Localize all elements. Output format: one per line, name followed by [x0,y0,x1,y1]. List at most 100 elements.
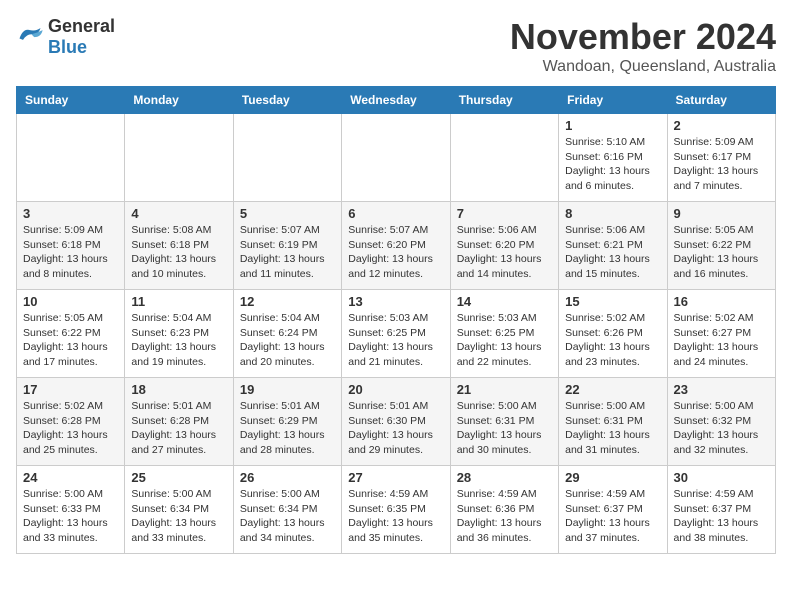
day-info: Sunrise: 5:06 AMSunset: 6:21 PMDaylight:… [565,223,660,282]
day-number: 26 [240,470,335,485]
calendar-cell [125,114,233,202]
day-info: Sunrise: 5:07 AMSunset: 6:20 PMDaylight:… [348,223,443,282]
calendar-cell [450,114,558,202]
day-info: Sunrise: 5:05 AMSunset: 6:22 PMDaylight:… [23,311,118,370]
day-info: Sunrise: 5:05 AMSunset: 6:22 PMDaylight:… [674,223,769,282]
calendar-cell: 15 Sunrise: 5:02 AMSunset: 6:26 PMDayligh… [559,290,667,378]
day-number: 12 [240,294,335,309]
day-number: 29 [565,470,660,485]
day-number: 30 [674,470,769,485]
logo-general: General [48,16,115,37]
calendar-cell: 21Sunrise: 5:00 AMSunset: 6:31 PMDayligh… [450,378,558,466]
day-number: 7 [457,206,552,221]
day-number: 9 [674,206,769,221]
day-number: 24 [23,470,118,485]
logo-bird-icon [16,24,44,46]
calendar-body: 1Sunrise: 5:10 AMSunset: 6:16 PMDaylight… [17,114,776,554]
calendar-cell: 29 Sunrise: 4:59 AMSunset: 6:37 PMDayligh… [559,466,667,554]
calendar-cell: 27Sunrise: 4:59 AMSunset: 6:35 PMDayligh… [342,466,450,554]
day-info: Sunrise: 5:07 AMSunset: 6:19 PMDaylight:… [240,223,335,282]
day-number: 1 [565,118,660,133]
header-day-saturday: Saturday [667,87,775,114]
day-info: Sunrise: 5:02 AMSunset: 6:27 PMDaylight:… [674,311,769,370]
calendar-cell: 5 Sunrise: 5:07 AMSunset: 6:19 PMDaylight… [233,202,341,290]
calendar-cell: 10 Sunrise: 5:05 AMSunset: 6:22 PMDayligh… [17,290,125,378]
calendar-cell: 9 Sunrise: 5:05 AMSunset: 6:22 PMDaylight… [667,202,775,290]
location: Wandoan, Queensland, Australia [510,58,776,76]
calendar-cell: 24Sunrise: 5:00 AMSunset: 6:33 PMDayligh… [17,466,125,554]
day-info: Sunrise: 5:01 AMSunset: 6:30 PMDaylight:… [348,399,443,458]
title-block: November 2024 Wandoan, Queensland, Austr… [510,16,776,76]
header-day-monday: Monday [125,87,233,114]
day-info: Sunrise: 5:02 AMSunset: 6:26 PMDaylight:… [565,311,660,370]
day-number: 23 [674,382,769,397]
calendar-cell: 11 Sunrise: 5:04 AMSunset: 6:23 PMDayligh… [125,290,233,378]
day-number: 3 [23,206,118,221]
week-row-1: 3 Sunrise: 5:09 AMSunset: 6:18 PMDaylight… [17,202,776,290]
calendar-cell: 13Sunrise: 5:03 AMSunset: 6:25 PMDayligh… [342,290,450,378]
day-info: Sunrise: 5:09 AMSunset: 6:17 PMDaylight:… [674,135,769,194]
day-info: Sunrise: 5:01 AMSunset: 6:29 PMDaylight:… [240,399,335,458]
day-number: 25 [131,470,226,485]
calendar-cell: 28 Sunrise: 4:59 AMSunset: 6:36 PMDayligh… [450,466,558,554]
header-row: SundayMondayTuesdayWednesdayThursdayFrid… [17,87,776,114]
day-info: Sunrise: 4:59 AMSunset: 6:36 PMDaylight:… [457,487,552,546]
day-number: 11 [131,294,226,309]
day-number: 10 [23,294,118,309]
calendar-cell: 25 Sunrise: 5:00 AMSunset: 6:34 PMDayligh… [125,466,233,554]
calendar-cell: 1Sunrise: 5:10 AMSunset: 6:16 PMDaylight… [559,114,667,202]
header-day-tuesday: Tuesday [233,87,341,114]
calendar-cell: 23 Sunrise: 5:00 AMSunset: 6:32 PMDayligh… [667,378,775,466]
day-number: 18 [131,382,226,397]
day-info: Sunrise: 5:00 AMSunset: 6:31 PMDaylight:… [457,399,552,458]
month-title: November 2024 [510,16,776,58]
calendar-cell [17,114,125,202]
day-info: Sunrise: 5:04 AMSunset: 6:23 PMDaylight:… [131,311,226,370]
calendar-cell [233,114,341,202]
calendar-cell: 30Sunrise: 4:59 AMSunset: 6:37 PMDayligh… [667,466,775,554]
calendar-cell [342,114,450,202]
day-number: 6 [348,206,443,221]
header-day-friday: Friday [559,87,667,114]
day-info: Sunrise: 5:03 AMSunset: 6:25 PMDaylight:… [457,311,552,370]
day-info: Sunrise: 4:59 AMSunset: 6:37 PMDaylight:… [565,487,660,546]
day-number: 28 [457,470,552,485]
header-day-sunday: Sunday [17,87,125,114]
day-number: 16 [674,294,769,309]
header-day-thursday: Thursday [450,87,558,114]
calendar-cell: 16 Sunrise: 5:02 AMSunset: 6:27 PMDayligh… [667,290,775,378]
day-number: 14 [457,294,552,309]
day-info: Sunrise: 5:00 AMSunset: 6:34 PMDaylight:… [240,487,335,546]
day-number: 17 [23,382,118,397]
day-number: 20 [348,382,443,397]
day-info: Sunrise: 5:08 AMSunset: 6:18 PMDaylight:… [131,223,226,282]
day-info: Sunrise: 5:01 AMSunset: 6:28 PMDaylight:… [131,399,226,458]
logo: General Blue [16,16,115,58]
calendar-cell: 12 Sunrise: 5:04 AMSunset: 6:24 PMDayligh… [233,290,341,378]
day-number: 19 [240,382,335,397]
calendar-cell: 20 Sunrise: 5:01 AMSunset: 6:30 PMDayligh… [342,378,450,466]
day-info: Sunrise: 5:04 AMSunset: 6:24 PMDaylight:… [240,311,335,370]
week-row-2: 10 Sunrise: 5:05 AMSunset: 6:22 PMDayligh… [17,290,776,378]
day-number: 15 [565,294,660,309]
day-info: Sunrise: 5:02 AMSunset: 6:28 PMDaylight:… [23,399,118,458]
calendar-cell: 19 Sunrise: 5:01 AMSunset: 6:29 PMDayligh… [233,378,341,466]
day-info: Sunrise: 5:00 AMSunset: 6:31 PMDaylight:… [565,399,660,458]
day-info: Sunrise: 5:03 AMSunset: 6:25 PMDaylight:… [348,311,443,370]
week-row-3: 17 Sunrise: 5:02 AMSunset: 6:28 PMDayligh… [17,378,776,466]
calendar-cell: 17 Sunrise: 5:02 AMSunset: 6:28 PMDayligh… [17,378,125,466]
calendar-cell: 6 Sunrise: 5:07 AMSunset: 6:20 PMDaylight… [342,202,450,290]
day-number: 8 [565,206,660,221]
day-info: Sunrise: 5:00 AMSunset: 6:34 PMDaylight:… [131,487,226,546]
day-info: Sunrise: 5:00 AMSunset: 6:32 PMDaylight:… [674,399,769,458]
day-number: 5 [240,206,335,221]
day-info: Sunrise: 5:09 AMSunset: 6:18 PMDaylight:… [23,223,118,282]
logo-blue: Blue [48,37,115,58]
header-day-wednesday: Wednesday [342,87,450,114]
page-header: General Blue November 2024 Wandoan, Quee… [16,16,776,76]
calendar-cell: 3 Sunrise: 5:09 AMSunset: 6:18 PMDaylight… [17,202,125,290]
calendar-cell: 4 Sunrise: 5:08 AMSunset: 6:18 PMDaylight… [125,202,233,290]
calendar-cell: 7Sunrise: 5:06 AMSunset: 6:20 PMDaylight… [450,202,558,290]
day-number: 4 [131,206,226,221]
calendar-cell: 14 Sunrise: 5:03 AMSunset: 6:25 PMDayligh… [450,290,558,378]
